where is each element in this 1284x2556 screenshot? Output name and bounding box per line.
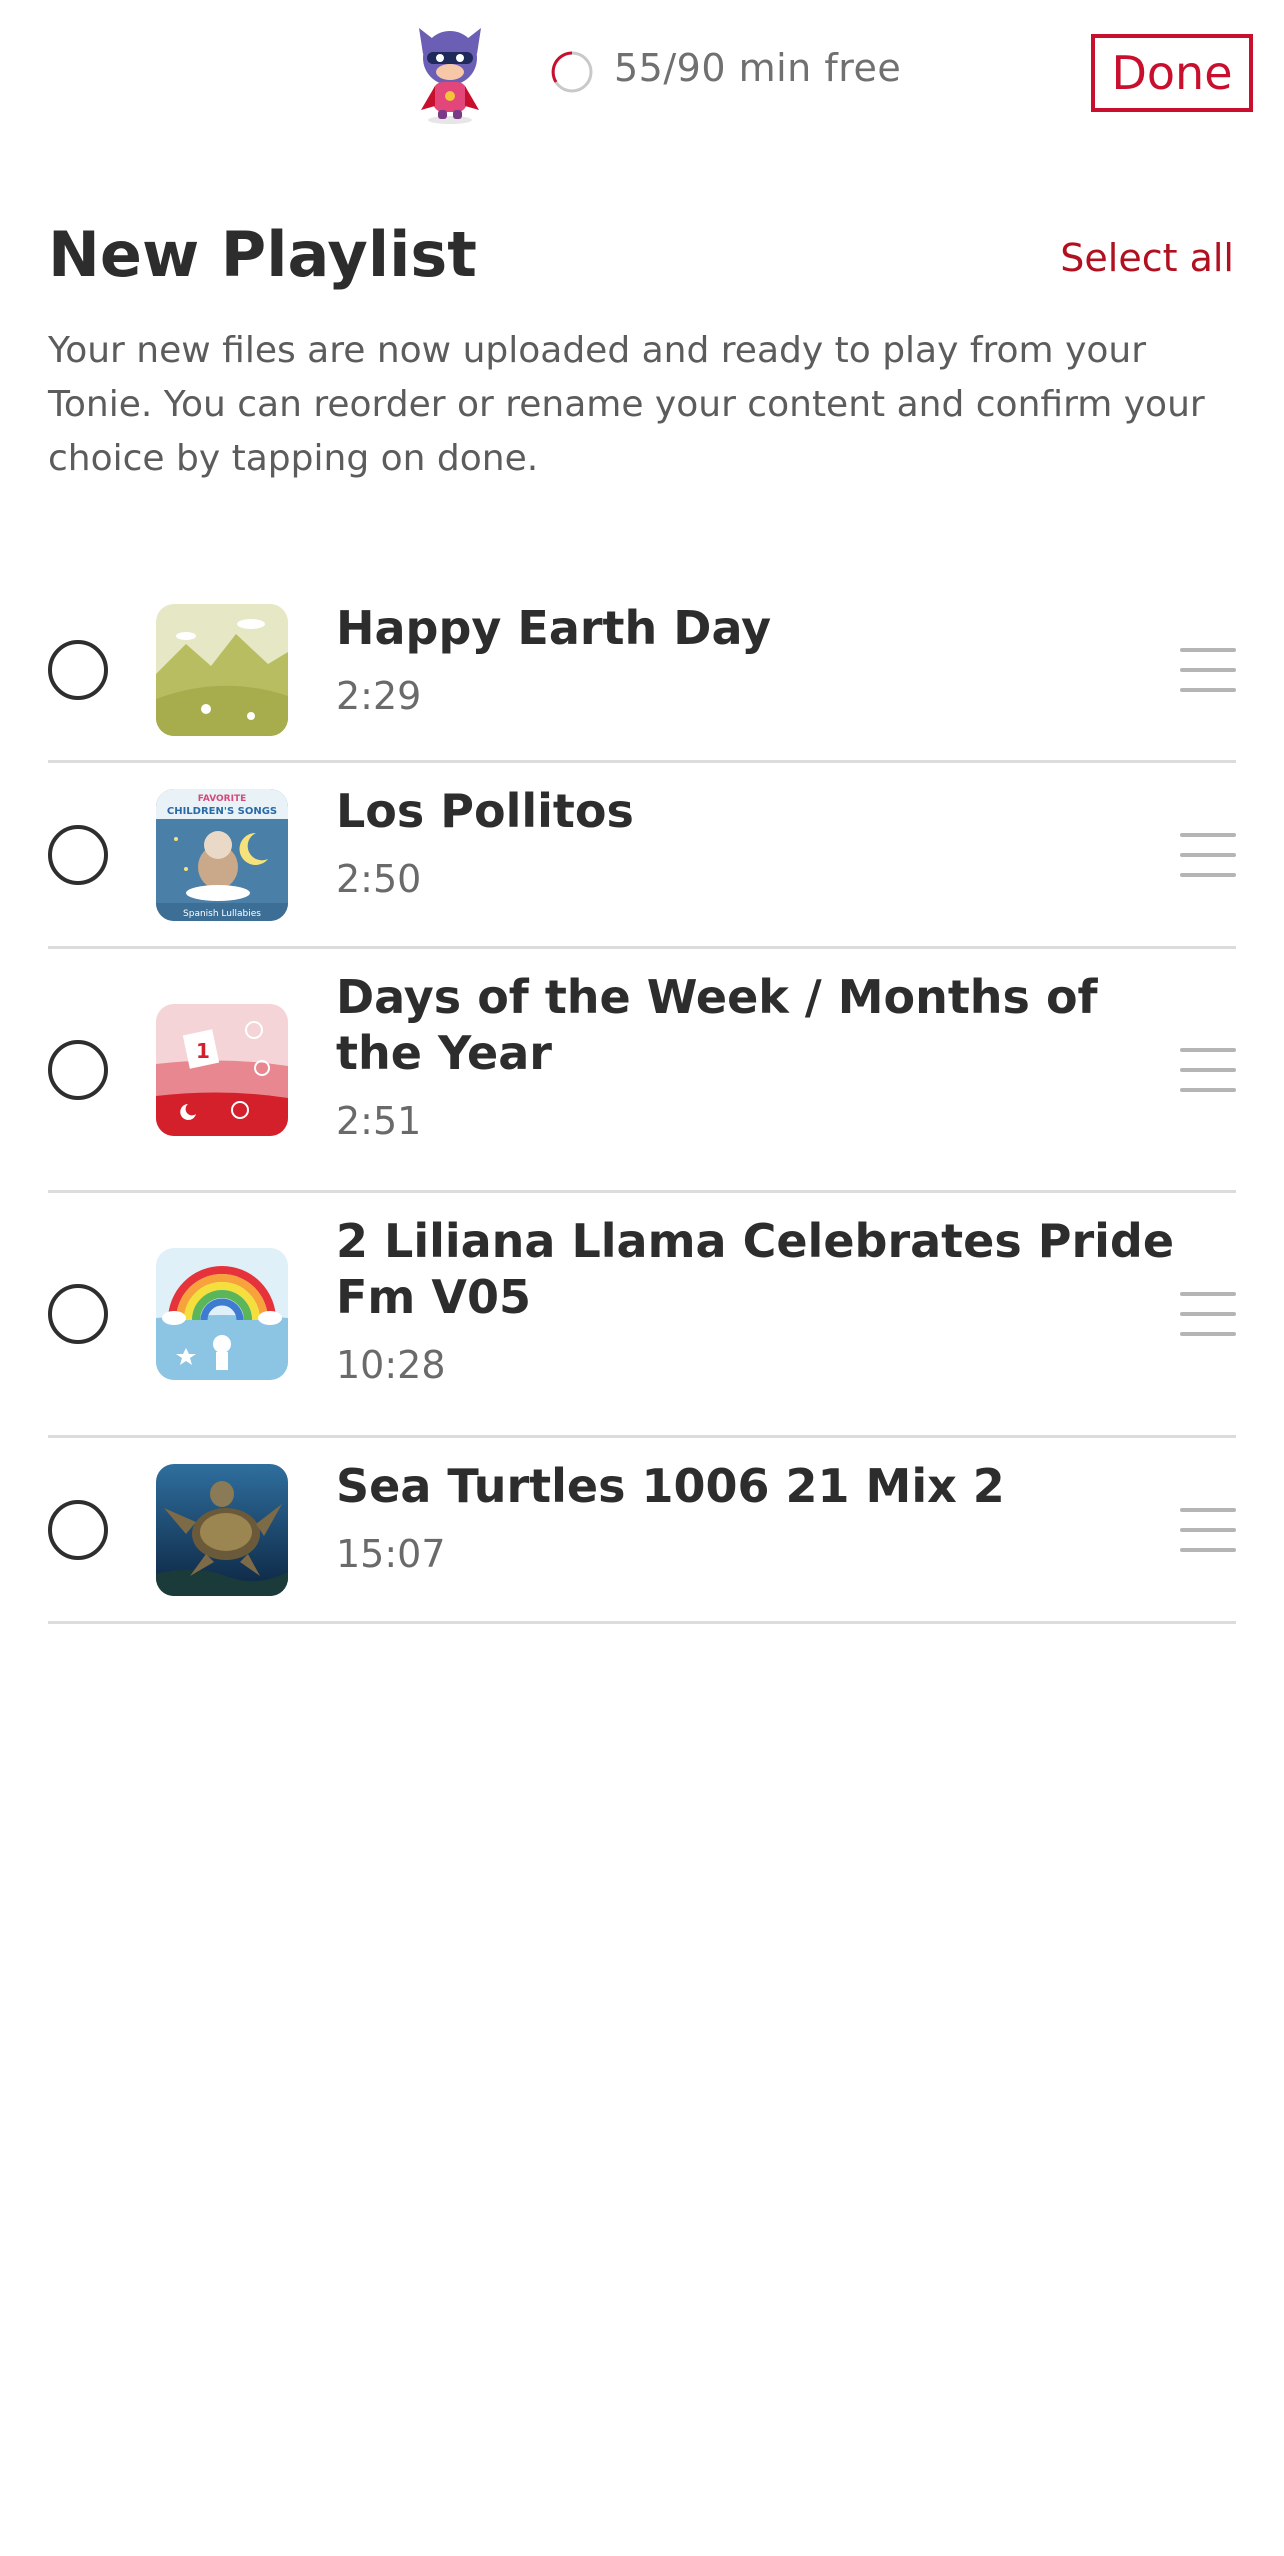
track-title: Sea Turtles 1006 21 Mix 2 xyxy=(336,1459,1005,1513)
select-radio[interactable] xyxy=(48,1499,108,1560)
done-button[interactable]: Done xyxy=(1091,34,1253,112)
select-radio[interactable] xyxy=(48,640,108,700)
track-duration: 2:50 xyxy=(336,857,422,901)
track-duration: 15:07 xyxy=(336,1532,446,1576)
drag-handle-icon[interactable] xyxy=(1180,1507,1236,1552)
list-item[interactable]: Happy Earth Day 2:29 xyxy=(48,580,1236,763)
drag-handle-icon[interactable] xyxy=(1180,1047,1236,1092)
free-time-label: 55/90 min free xyxy=(614,46,902,90)
track-title: Happy Earth Day xyxy=(336,601,772,655)
track-title: Los Pollitos xyxy=(336,784,634,838)
track-title: Days of the Week / Months of the Year xyxy=(336,970,1098,1080)
drag-handle-icon[interactable] xyxy=(1180,1292,1236,1336)
track-title: 2 Liliana Llama Celebrates Pride Fm V05 xyxy=(336,1214,1175,1324)
artwork-text: 1 xyxy=(196,1039,210,1063)
sea-turtle-photo-icon xyxy=(156,1463,288,1596)
artwork-text: Spanish Lullabies xyxy=(183,909,261,919)
track-list: Happy Earth Day 2:29 FAVORITE CHILDREN'S… xyxy=(48,580,1236,1624)
select-radio[interactable] xyxy=(48,1284,108,1344)
list-item[interactable]: Sea Turtles 1006 21 Mix 2 15:07 xyxy=(48,1438,1236,1624)
artwork-text: FAVORITE xyxy=(198,794,247,804)
artwork-text: CHILDREN'S SONGS xyxy=(167,806,277,817)
list-item[interactable]: 2 Liliana Llama Celebrates Pride Fm V05 … xyxy=(48,1193,1236,1438)
track-duration: 10:28 xyxy=(336,1343,446,1387)
capacity-ring-icon xyxy=(550,50,594,94)
select-radio[interactable] xyxy=(48,824,108,885)
spanish-lullabies-artwork-icon: FAVORITE CHILDREN'S SONGS Spanish Lullab… xyxy=(156,788,288,921)
list-item[interactable]: 1 Days of the Week / Months of the Year … xyxy=(48,949,1236,1193)
calendar-artwork-icon: 1 xyxy=(156,1003,288,1136)
list-item[interactable]: FAVORITE CHILDREN'S SONGS Spanish Lullab… xyxy=(48,763,1236,949)
page-description: Your new files are now uploaded and read… xyxy=(48,330,1205,479)
track-duration: 2:29 xyxy=(336,674,422,718)
tonie-figure-icon xyxy=(405,24,495,124)
drag-handle-icon[interactable] xyxy=(1180,648,1236,692)
top-bar: 55/90 min free Done xyxy=(0,0,1284,150)
earth-day-artwork-icon xyxy=(156,604,288,736)
drag-handle-icon[interactable] xyxy=(1180,832,1236,877)
select-all-button[interactable]: Select all xyxy=(1060,236,1234,280)
select-radio[interactable] xyxy=(48,1039,108,1100)
rainbow-artwork-icon xyxy=(156,1248,288,1380)
page-title: New Playlist xyxy=(48,218,477,291)
track-duration: 2:51 xyxy=(336,1099,422,1143)
